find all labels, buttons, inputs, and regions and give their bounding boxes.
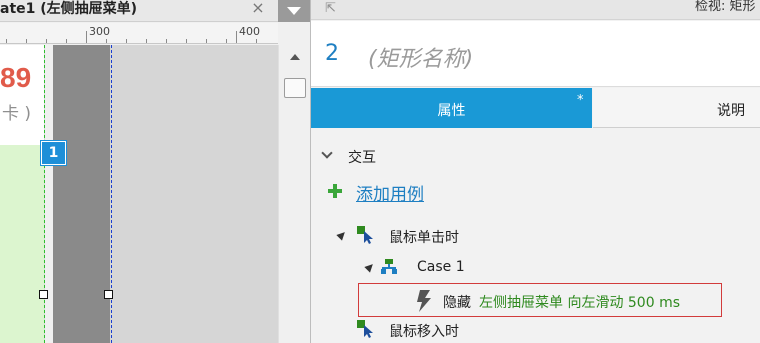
add-case-label: 添加用例	[356, 185, 424, 205]
app-window: ate1 (左侧抽屉菜单) × 300 400 89 卡) 1 ⇱ 检视: 矩…	[0, 0, 760, 343]
ruler-tick	[206, 39, 207, 43]
lightning-icon	[417, 290, 431, 312]
ruler-tick	[86, 31, 87, 43]
modified-indicator: *	[577, 93, 584, 108]
scroll-up-icon[interactable]	[290, 54, 300, 60]
event-label: 鼠标单击时	[389, 230, 459, 246]
action-verb: 隐藏	[443, 295, 471, 311]
event-label: 鼠标移入时	[389, 324, 459, 340]
event-onclick[interactable]: 鼠标单击时	[335, 226, 535, 246]
ruler-tick	[256, 39, 257, 43]
ruler-tick	[6, 39, 7, 43]
case-item[interactable]: Case 1	[363, 258, 563, 278]
tab-notes-label: 说明	[717, 103, 745, 119]
ruler-tick	[146, 39, 147, 43]
add-case-link[interactable]: 添加用例	[327, 180, 527, 205]
collapse-triangle-icon[interactable]	[336, 229, 348, 241]
interactions-section-toggle[interactable]: 交互	[321, 147, 523, 166]
tab-properties[interactable]: 属性 *	[311, 88, 592, 128]
chevron-down-icon	[321, 147, 333, 159]
action-detail: 左侧抽屉菜单 向左滑动 500 ms	[479, 295, 681, 311]
shape-index-marker[interactable]: 1	[40, 140, 67, 166]
close-icon[interactable]: ×	[251, 0, 265, 18]
click-event-icon	[357, 226, 373, 244]
content-panel-header	[0, 45, 44, 145]
vertical-scrollbar[interactable]	[278, 45, 310, 343]
collapse-triangle-icon[interactable]	[364, 261, 376, 273]
tab-notes[interactable]: 说明	[593, 88, 760, 128]
ruler-tick	[186, 39, 187, 43]
inspector-header: ⇱ 检视: 矩形	[311, 0, 760, 20]
inspector-tabs: 属性 * 说明	[311, 88, 760, 128]
shape-name-field[interactable]: (矩形名称)	[368, 41, 473, 73]
page-tab[interactable]: ate1 (左侧抽屉菜单) ×	[0, 0, 278, 22]
ruler-tick	[46, 39, 47, 43]
ruler-label-300: 300	[89, 25, 110, 38]
ruler-label-400: 400	[239, 25, 260, 38]
plus-icon	[327, 183, 343, 199]
mouse-enter-event-icon	[357, 320, 373, 338]
page-tab-title: ate1 (左侧抽屉菜单)	[0, 1, 138, 17]
ruler-tick	[236, 31, 237, 43]
selected-rectangle-shape[interactable]	[53, 45, 110, 343]
inspector-panel: ⇱ 检视: 矩形 2 (矩形名称) 属性 * 说明 交互 添加用例 鼠标单击时 …	[311, 0, 760, 343]
design-canvas[interactable]: 89 卡 ) 1	[0, 45, 278, 343]
ruler-tick	[166, 39, 167, 43]
ruler-tick	[126, 39, 127, 43]
ruler-tick	[106, 39, 107, 43]
case-tree-icon	[381, 259, 397, 274]
scrollbar-thumb[interactable]	[284, 78, 306, 98]
event-onmouseenter[interactable]: 鼠标移入时	[335, 320, 535, 340]
action-item[interactable]: 隐藏 左侧抽屉菜单 向左滑动 500 ms	[358, 283, 722, 317]
shape-number: 2	[325, 41, 339, 66]
chevron-down-icon	[287, 7, 301, 15]
tab-list-dropdown-button[interactable]	[278, 0, 310, 22]
canvas-small-text: 卡 )	[2, 104, 32, 124]
expand-icon[interactable]: ⇱	[325, 2, 336, 16]
ruler-tick	[66, 39, 67, 43]
inspector-title: 检视: 矩形	[695, 0, 756, 14]
ruler-tick	[226, 39, 227, 43]
tab-properties-label: 属性	[437, 103, 466, 119]
horizontal-ruler: 300 400	[0, 23, 278, 44]
canvas-big-number: 89	[0, 62, 32, 93]
ruler-tick	[26, 39, 27, 43]
resize-handle[interactable]	[39, 290, 48, 299]
interactions-section-label: 交互	[348, 150, 376, 166]
resize-handle[interactable]	[104, 290, 113, 299]
case-label: Case 1	[417, 259, 465, 275]
shape-name-bar: 2 (矩形名称)	[311, 21, 760, 87]
canvas-editor: ate1 (左侧抽屉菜单) × 300 400 89 卡) 1	[0, 0, 310, 343]
